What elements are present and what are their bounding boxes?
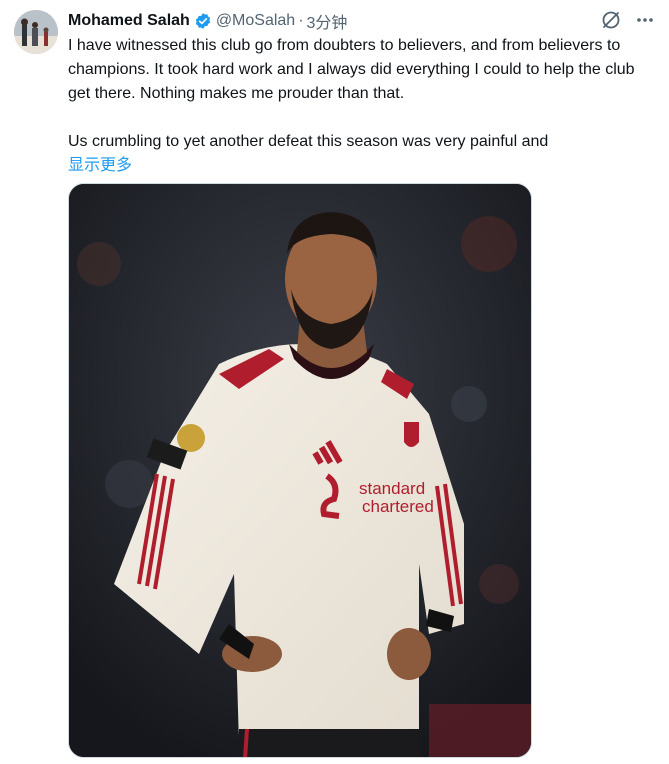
show-more-link[interactable]: 显示更多 (68, 154, 653, 178)
more-icon[interactable] (635, 10, 655, 30)
sponsor-text-1: standard (359, 479, 425, 498)
timestamp[interactable]: 3分钟 (307, 9, 348, 33)
tweet-text: I have witnessed this club go from doubt… (68, 34, 653, 178)
tweet-header: Mohamed Salah @MoSalah · 3分钟 (68, 10, 347, 32)
avatar[interactable] (14, 10, 58, 54)
tweet-paragraph-2: Us crumbling to yet another defeat this … (68, 133, 549, 150)
verified-badge-icon (194, 12, 212, 30)
separator-dot: · (298, 12, 304, 29)
tweet-paragraph-1: I have witnessed this club go from doubt… (68, 37, 635, 102)
author-name[interactable]: Mohamed Salah (68, 12, 190, 30)
author-handle[interactable]: @MoSalah (216, 12, 295, 30)
tweet-card[interactable]: Mohamed Salah @MoSalah · 3分钟 I have witn… (0, 0, 669, 764)
tweet-photo[interactable]: standard chartered (68, 183, 532, 758)
header-actions (601, 10, 655, 30)
sponsor-text-2: chartered (362, 497, 434, 516)
grok-icon[interactable] (601, 10, 621, 30)
